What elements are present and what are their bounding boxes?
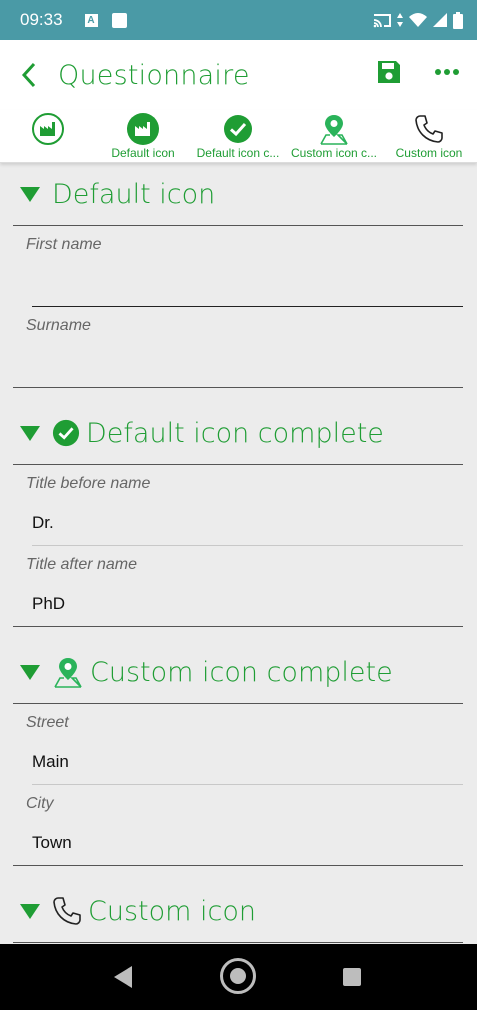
more-horizontal-icon: [435, 69, 459, 75]
field-label: Surname: [26, 317, 91, 334]
factory-icon: [32, 113, 64, 145]
cast-icon: [373, 14, 391, 28]
check-circle-icon: [52, 419, 80, 447]
phone-icon: [53, 897, 81, 925]
street-field[interactable]: Street Main: [13, 704, 463, 785]
surname-field[interactable]: Surname: [13, 307, 463, 388]
section-card-default-icon-complete: Title before name Dr. Title after name P…: [13, 464, 463, 627]
tab-default-icon-complete[interactable]: Default icon c...: [192, 110, 284, 163]
section-header-default-icon-complete[interactable]: Default icon complete: [0, 403, 477, 463]
field-value: Dr.: [32, 513, 54, 532]
title-after-name-field[interactable]: Title after name PhD: [13, 546, 463, 627]
tab-label: Default icon: [111, 146, 175, 160]
check-circle-icon: [224, 115, 252, 143]
collapse-caret-icon[interactable]: [20, 903, 40, 919]
collapse-caret-icon[interactable]: [20, 425, 40, 441]
title-before-name-field[interactable]: Title before name Dr.: [13, 465, 463, 546]
field-label: Street: [26, 714, 69, 731]
tab-default-icon[interactable]: Default icon: [104, 110, 182, 163]
collapse-caret-icon[interactable]: [20, 664, 40, 680]
tab-custom-icon-complete[interactable]: Custom icon c...: [286, 110, 382, 163]
signal-icon: [433, 13, 447, 27]
data-arrows-icon: [397, 13, 403, 27]
save-icon: [378, 61, 400, 83]
status-icons: [373, 11, 463, 29]
section-title: Default icon complete: [86, 417, 384, 449]
section-header-custom-icon-complete[interactable]: Custom icon complete: [0, 642, 477, 702]
section-title: Custom icon: [88, 895, 256, 927]
map-pin-icon: [54, 658, 82, 688]
section-tab-bar: Default icon Default icon c... Custom ic…: [0, 110, 477, 163]
nav-home-button[interactable]: [220, 958, 256, 994]
phone-icon: [415, 115, 443, 143]
chevron-left-icon: [21, 62, 36, 88]
tab-label: Default icon c...: [196, 146, 280, 160]
city-field[interactable]: City Town: [13, 785, 463, 866]
section-title: Default icon: [52, 178, 216, 210]
card-divider: [13, 626, 463, 627]
first-name-field[interactable]: First name: [13, 226, 463, 307]
section-card-custom-icon-complete: Street Main City Town: [13, 703, 463, 866]
tab-overview[interactable]: [28, 110, 68, 163]
nav-recents-button[interactable]: [343, 968, 361, 986]
field-label: First name: [26, 236, 102, 253]
card-divider: [13, 865, 463, 866]
save-button[interactable]: [374, 57, 404, 87]
section-header-default-icon[interactable]: Default icon: [0, 164, 477, 224]
page-title: Questionnaire: [58, 59, 250, 91]
tab-custom-icon[interactable]: Custom icon: [390, 110, 468, 163]
back-button[interactable]: [4, 40, 54, 110]
system-navigation-bar: [0, 944, 477, 1010]
square-notification-icon: [111, 12, 127, 28]
section-card-default-icon: First name Surname: [13, 225, 463, 388]
field-value: PhD: [32, 594, 66, 613]
card-divider: [13, 387, 463, 388]
more-options-button[interactable]: [432, 57, 462, 87]
nav-back-button[interactable]: [114, 966, 132, 988]
section-title: Custom icon complete: [90, 656, 393, 688]
collapse-caret-icon[interactable]: [20, 186, 40, 202]
factory-icon: [127, 113, 159, 145]
battery-icon: [453, 11, 463, 29]
field-label: City: [26, 795, 54, 812]
map-pin-icon: [320, 115, 348, 145]
field-label: Title before name: [26, 475, 151, 492]
questionnaire-content: Default icon First name Surname Default …: [0, 164, 477, 944]
app-bar: Questionnaire: [0, 40, 477, 110]
field-value: Main: [32, 752, 69, 771]
a-notification-icon: A: [84, 13, 98, 27]
status-bar: 09:33 A: [0, 0, 477, 40]
section-header-custom-icon[interactable]: Custom icon: [0, 881, 477, 941]
tab-label: Custom icon c...: [290, 146, 378, 160]
tab-label: Custom icon: [395, 146, 463, 160]
wifi-icon: [409, 13, 427, 27]
field-value: Town: [32, 833, 72, 852]
status-time: 09:33: [20, 10, 63, 29]
field-label: Title after name: [26, 556, 138, 573]
